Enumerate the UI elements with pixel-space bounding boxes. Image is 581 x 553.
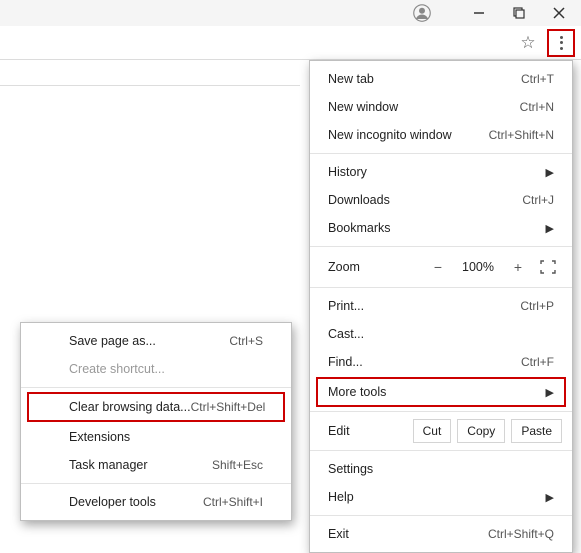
menu-label: Help xyxy=(328,490,540,504)
menu-shortcut: Ctrl+J xyxy=(522,193,554,207)
kebab-menu-button[interactable] xyxy=(547,29,575,57)
menu-new-window[interactable]: New windowCtrl+N xyxy=(310,93,572,121)
menu-label: Downloads xyxy=(328,193,522,207)
cut-button[interactable]: Cut xyxy=(413,419,452,443)
menu-task-manager[interactable]: Task managerShift+Esc xyxy=(21,451,291,479)
more-tools-submenu: Save page as...Ctrl+S Create shortcut...… xyxy=(20,322,292,521)
menu-label: Save page as... xyxy=(69,334,229,348)
menu-label: New incognito window xyxy=(328,128,489,142)
menu-history[interactable]: History ▶ xyxy=(310,158,572,186)
menu-label: New window xyxy=(328,100,520,114)
menu-new-tab[interactable]: New tabCtrl+T xyxy=(310,65,572,93)
menu-label: Create shortcut... xyxy=(69,362,263,376)
menu-shortcut: Ctrl+F xyxy=(521,355,554,369)
tab-strip xyxy=(0,60,300,86)
menu-separator xyxy=(310,287,572,288)
menu-label: Zoom xyxy=(328,260,420,274)
menu-edit: Edit Cut Copy Paste xyxy=(310,416,572,446)
menu-label: Exit xyxy=(328,527,488,541)
menu-label: Developer tools xyxy=(69,495,203,509)
menu-separator xyxy=(310,450,572,451)
menu-label: Task manager xyxy=(69,458,212,472)
chevron-right-icon: ▶ xyxy=(546,222,554,235)
menu-shortcut: Ctrl+N xyxy=(520,100,554,114)
window-titlebar xyxy=(0,0,581,26)
page-area: New tabCtrl+T New windowCtrl+N New incog… xyxy=(0,60,581,525)
menu-label: Find... xyxy=(328,355,521,369)
menu-label: Cast... xyxy=(328,327,554,341)
menu-help[interactable]: Help ▶ xyxy=(310,483,572,511)
clear-browsing-highlight: Clear browsing data...Ctrl+Shift+Del xyxy=(27,392,285,422)
menu-clear-browsing-data[interactable]: Clear browsing data...Ctrl+Shift+Del xyxy=(29,394,283,420)
menu-print[interactable]: Print...Ctrl+P xyxy=(310,292,572,320)
menu-shortcut: Ctrl+P xyxy=(520,299,554,313)
zoom-in-button[interactable]: + xyxy=(506,259,530,275)
menu-separator xyxy=(310,153,572,154)
menu-shortcut: Ctrl+T xyxy=(521,72,554,86)
menu-label: More tools xyxy=(328,385,540,399)
menu-settings[interactable]: Settings xyxy=(310,455,572,483)
zoom-value: 100% xyxy=(456,260,500,274)
minimize-icon[interactable] xyxy=(461,0,497,26)
menu-label: Edit xyxy=(328,424,407,438)
menu-shortcut: Shift+Esc xyxy=(212,458,263,472)
menu-find[interactable]: Find...Ctrl+F xyxy=(310,348,572,376)
menu-more-tools[interactable]: More tools ▶ xyxy=(318,379,564,405)
menu-exit[interactable]: ExitCtrl+Shift+Q xyxy=(310,520,572,548)
menu-shortcut: Ctrl+Shift+N xyxy=(489,128,554,142)
paste-button[interactable]: Paste xyxy=(511,419,562,443)
menu-separator xyxy=(21,387,291,388)
menu-label: History xyxy=(328,165,540,179)
kebab-icon xyxy=(560,36,563,50)
menu-label: Clear browsing data... xyxy=(69,400,191,414)
zoom-out-button[interactable]: − xyxy=(426,259,450,275)
menu-shortcut: Ctrl+Shift+Del xyxy=(191,400,266,414)
menu-extensions[interactable]: Extensions xyxy=(21,423,291,451)
copy-button[interactable]: Copy xyxy=(457,419,505,443)
menu-shortcut: Ctrl+Shift+I xyxy=(203,495,263,509)
profile-icon[interactable] xyxy=(404,0,440,26)
menu-separator xyxy=(310,246,572,247)
main-menu: New tabCtrl+T New windowCtrl+N New incog… xyxy=(309,60,573,553)
maximize-icon[interactable] xyxy=(501,0,537,26)
menu-create-shortcut: Create shortcut... xyxy=(21,355,291,383)
chevron-right-icon: ▶ xyxy=(546,166,554,179)
menu-label: Extensions xyxy=(69,430,263,444)
menu-shortcut: Ctrl+S xyxy=(229,334,263,348)
bookmark-star-icon[interactable]: ☆ xyxy=(515,30,541,56)
menu-label: Settings xyxy=(328,462,554,476)
menu-separator xyxy=(310,515,572,516)
menu-separator xyxy=(310,411,572,412)
more-tools-highlight: More tools ▶ xyxy=(316,377,566,407)
menu-label: Print... xyxy=(328,299,520,313)
chevron-right-icon: ▶ xyxy=(546,491,554,504)
menu-downloads[interactable]: DownloadsCtrl+J xyxy=(310,186,572,214)
menu-label: Bookmarks xyxy=(328,221,540,235)
menu-separator xyxy=(21,483,291,484)
menu-shortcut: Ctrl+Shift+Q xyxy=(488,527,554,541)
browser-toolbar: ☆ xyxy=(0,26,581,60)
menu-cast[interactable]: Cast... xyxy=(310,320,572,348)
menu-zoom: Zoom − 100% + xyxy=(310,251,572,283)
fullscreen-icon[interactable] xyxy=(536,257,560,277)
menu-label: New tab xyxy=(328,72,521,86)
menu-developer-tools[interactable]: Developer toolsCtrl+Shift+I xyxy=(21,488,291,516)
close-icon[interactable] xyxy=(541,0,577,26)
chevron-right-icon: ▶ xyxy=(546,386,554,399)
menu-save-page[interactable]: Save page as...Ctrl+S xyxy=(21,327,291,355)
menu-new-incognito[interactable]: New incognito windowCtrl+Shift+N xyxy=(310,121,572,149)
menu-bookmarks[interactable]: Bookmarks ▶ xyxy=(310,214,572,242)
